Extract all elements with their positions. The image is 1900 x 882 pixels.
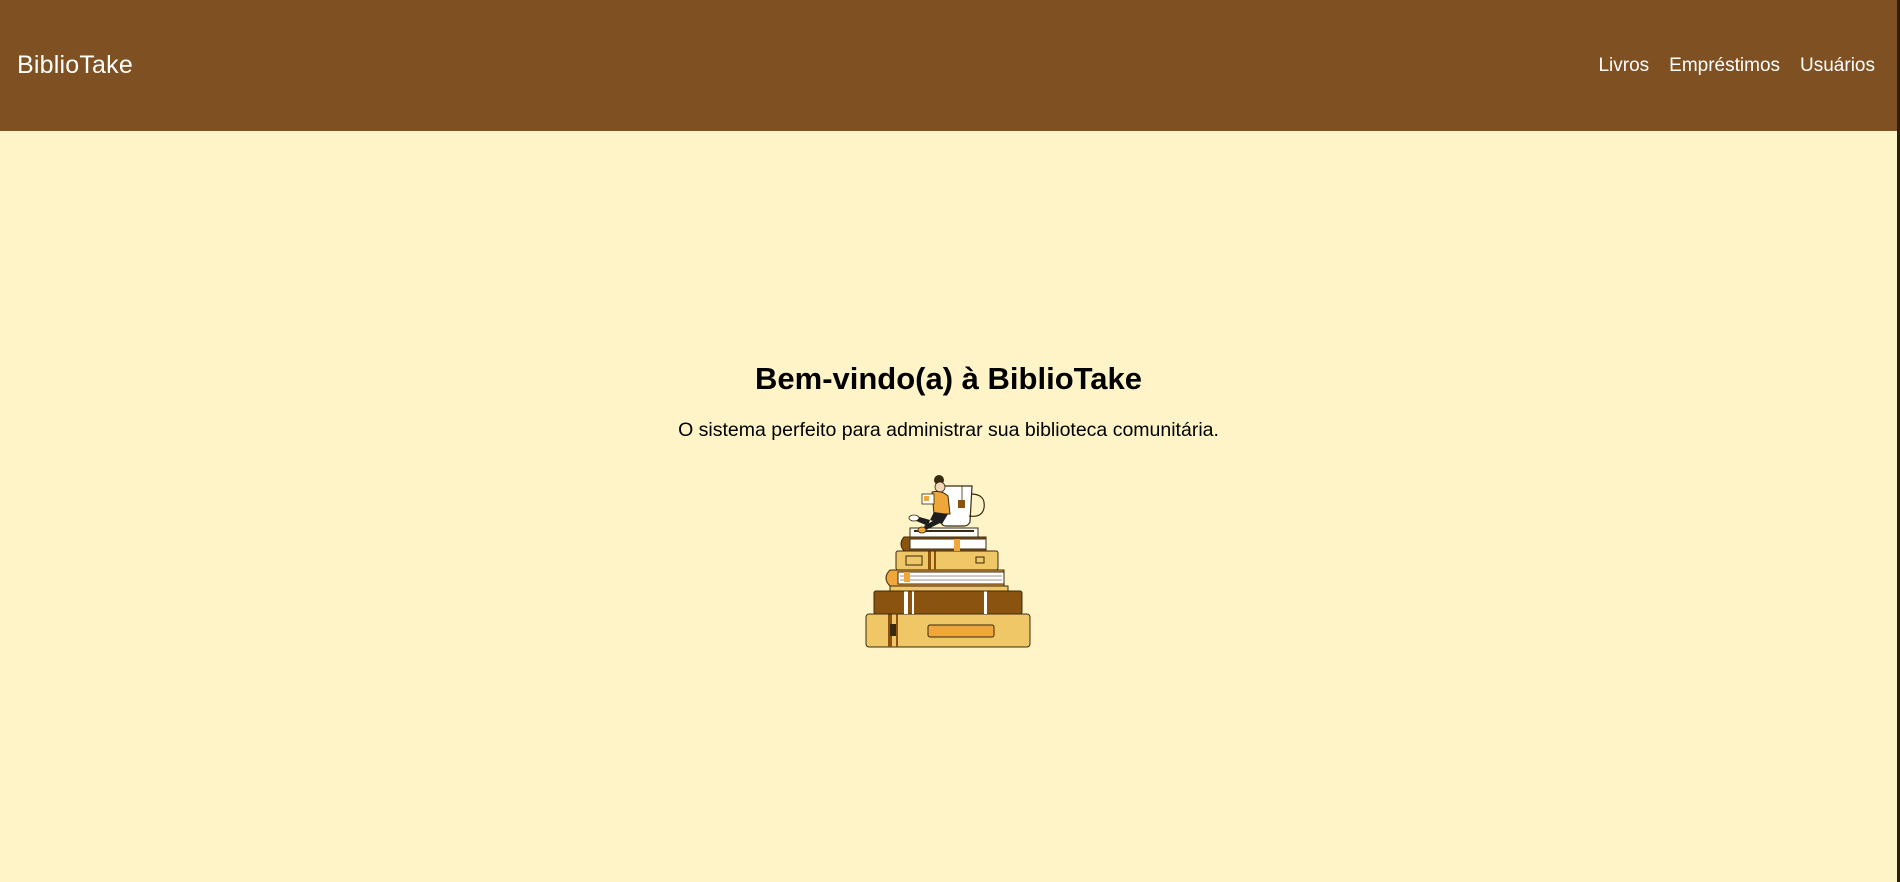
nav-link-livros[interactable]: Livros: [1598, 55, 1649, 77]
page: BiblioTake Livros Empréstimos Usuários B…: [0, 0, 1900, 882]
nav-link-emprestimos[interactable]: Empréstimos: [1669, 55, 1780, 77]
hero-section: Bem-vindo(a) à BiblioTake O sistema perf…: [0, 131, 1897, 882]
nav-links: Livros Empréstimos Usuários: [1598, 55, 1875, 77]
reader-on-book-stack-illustration: [865, 475, 1030, 648]
brand-logo[interactable]: BiblioTake: [17, 51, 133, 80]
hero-subtitle: O sistema perfeito para administrar sua …: [678, 419, 1219, 441]
hero-title: Bem-vindo(a) à BiblioTake: [755, 361, 1142, 396]
navbar: BiblioTake Livros Empréstimos Usuários: [0, 0, 1897, 131]
nav-link-usuarios[interactable]: Usuários: [1800, 55, 1875, 77]
